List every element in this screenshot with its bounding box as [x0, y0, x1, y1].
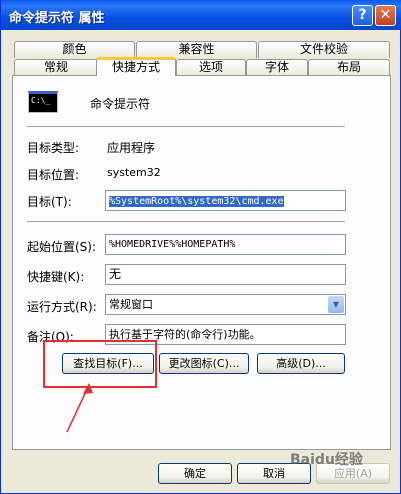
ok-button[interactable]: 确定	[158, 463, 232, 484]
watermark: Baidu经验	[290, 452, 363, 468]
properties-window: 命令提示符 属性 ? ✕ 颜色 兼容性 文件校验 常规 快捷方式 选项 字体 布…	[0, 0, 401, 494]
tab-shortcut[interactable]: 快捷方式	[96, 57, 176, 76]
annotation-arrow-icon	[66, 383, 93, 433]
